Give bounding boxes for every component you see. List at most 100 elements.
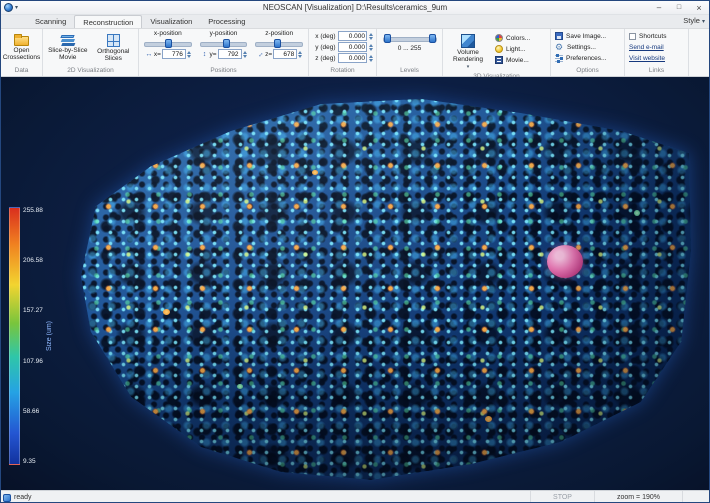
z-slider-thumb[interactable]	[274, 39, 282, 48]
shortcuts-label: Shortcuts	[639, 32, 667, 40]
x-rotation-spinner[interactable]	[369, 32, 373, 40]
z-spinner[interactable]	[298, 50, 303, 58]
stop-button[interactable]: STOP	[531, 491, 595, 502]
light-bulb-icon	[495, 45, 503, 53]
group-2d-caption: 2D Visualization	[67, 67, 114, 74]
y-position-slider[interactable]	[199, 39, 248, 48]
window-title: NEOSCAN [Visualization] D:\Results\ceram…	[262, 3, 448, 12]
light-button[interactable]: Light...	[493, 44, 532, 54]
colorbar-tick: 107.96	[23, 357, 43, 365]
settings-label: Settings...	[567, 43, 596, 51]
x-rotation-label: x (deg)	[315, 32, 336, 40]
y-spinner[interactable]	[242, 50, 247, 58]
minimize-icon[interactable]	[649, 1, 669, 14]
gear-icon	[555, 43, 564, 52]
status-ready-label: ready	[14, 494, 32, 501]
y-rotation-input[interactable]: 0.000	[337, 42, 367, 52]
open-crossections-button[interactable]: Open Crossections	[3, 31, 40, 65]
x-spinner[interactable]	[186, 50, 191, 58]
levels-max-thumb[interactable]	[428, 34, 436, 43]
z-position-input[interactable]: 678	[273, 49, 298, 59]
y-prefix: y=	[209, 50, 217, 58]
settings-button[interactable]: Settings...	[553, 42, 622, 52]
green-blob	[634, 209, 640, 216]
preferences-label: Preferences...	[566, 54, 607, 62]
colorbar-tick: 255.88	[23, 207, 43, 214]
style-dropdown[interactable]: Style	[683, 16, 705, 25]
movie-button[interactable]: Movie...	[493, 55, 532, 65]
app-window: NEOSCAN [Visualization] D:\Results\ceram…	[0, 0, 710, 503]
slice-by-slice-movie-button[interactable]: Slice-by-Slice Movie	[45, 31, 91, 65]
group-3d-visualization: Volume Rendering Colors... Light... Movi…	[443, 29, 551, 80]
statusbar-end-panel	[683, 491, 709, 502]
z-prefix: z=	[265, 50, 273, 58]
z-axis-icon	[256, 51, 264, 58]
group-data-caption: Data	[14, 67, 29, 74]
tab-reconstruction[interactable]: Reconstruction	[74, 15, 143, 28]
light-label: Light...	[506, 45, 526, 53]
ribbon-spacer	[689, 29, 709, 76]
group-data: Open Crossections Data	[1, 29, 43, 76]
group-positions-caption: Positions	[210, 67, 237, 74]
y-rotation-spinner[interactable]	[369, 43, 373, 51]
chevron-down-icon	[702, 16, 705, 25]
x-position-input[interactable]: 776	[161, 49, 186, 59]
z-rotation-spinner[interactable]	[369, 54, 373, 62]
volume-rendering-button[interactable]: Volume Rendering	[445, 31, 491, 71]
sliders-icon	[555, 54, 563, 62]
levels-slider[interactable]	[382, 34, 437, 43]
visit-website-label: Visit website	[629, 54, 666, 62]
x-position-control: x-position x= 776	[142, 30, 194, 65]
colorbar-tick: 157.27	[23, 307, 43, 315]
y-position-control: y-position y= 792	[198, 30, 250, 65]
ribbon: Open Crossections Data Slice-by-Slice Mo…	[1, 29, 709, 80]
tab-scanning[interactable]: Scanning	[27, 15, 74, 28]
y-position-label: y-position	[209, 30, 238, 37]
close-icon[interactable]	[689, 1, 709, 14]
group-levels: 0 ... 255 Levels	[377, 29, 443, 76]
y-position-input[interactable]: 792	[217, 49, 242, 59]
z-position-slider[interactable]	[255, 39, 303, 48]
tab-visualization[interactable]: Visualization	[142, 15, 200, 28]
group-levels-caption: Levels	[400, 67, 419, 74]
z-rotation-label: z (deg)	[315, 54, 336, 62]
palette-icon	[495, 34, 503, 42]
colors-label: Colors...	[506, 34, 531, 42]
z-rotation-input[interactable]: 0.000	[337, 53, 367, 63]
y-axis-icon	[200, 51, 208, 58]
x-prefix: x=	[153, 50, 161, 58]
open-folder-icon	[14, 34, 29, 46]
x-slider-thumb[interactable]	[165, 39, 173, 48]
app-icon[interactable]	[4, 3, 13, 12]
y-slider-thumb[interactable]	[222, 39, 230, 48]
z-position-label: z-position	[265, 30, 294, 37]
volume-rendering-label: Volume Rendering	[453, 49, 483, 63]
x-axis-icon	[145, 51, 153, 58]
tab-processing[interactable]: Processing	[200, 15, 253, 28]
slice-stack-icon	[60, 35, 75, 38]
chevron-down-icon	[467, 63, 470, 71]
colorbar-tick: 58.66	[23, 407, 40, 415]
shortcuts-checkbox[interactable]: Shortcuts	[627, 31, 686, 41]
colors-button[interactable]: Colors...	[493, 33, 532, 43]
group-links-caption: Links	[648, 67, 665, 74]
x-position-slider[interactable]	[144, 39, 192, 48]
viewport-3d[interactable]: 255.88 206.58 157.27 107.96 58.66 9.35 S…	[1, 77, 709, 490]
group-positions: x-position x= 776 y-position y=	[139, 29, 309, 76]
colorbar-tick: 9.35	[23, 457, 36, 465]
preferences-button[interactable]: Preferences...	[553, 53, 622, 63]
visit-website-link[interactable]: Visit website	[627, 53, 686, 63]
quick-access-caret-icon[interactable]	[15, 5, 18, 11]
style-label: Style	[683, 16, 700, 25]
ceramic-foam-volume	[80, 98, 692, 480]
x-rotation-input[interactable]: 0.000	[337, 31, 367, 41]
zoom-indicator: zoom = 190%	[595, 491, 683, 502]
orthogonal-slices-button[interactable]: Orthogonal Slices	[91, 31, 137, 65]
levels-min-thumb[interactable]	[383, 34, 391, 43]
maximize-icon[interactable]	[669, 1, 689, 14]
send-email-link[interactable]: Send e-mail	[627, 42, 686, 52]
save-image-button[interactable]: Save Image...	[553, 31, 622, 41]
slice-movie-label: Slice-by-Slice Movie	[48, 47, 88, 61]
save-image-label: Save Image...	[566, 32, 607, 40]
colorbar-ticks: 255.88 206.58 157.27 107.96 58.66 9.35	[23, 207, 43, 465]
